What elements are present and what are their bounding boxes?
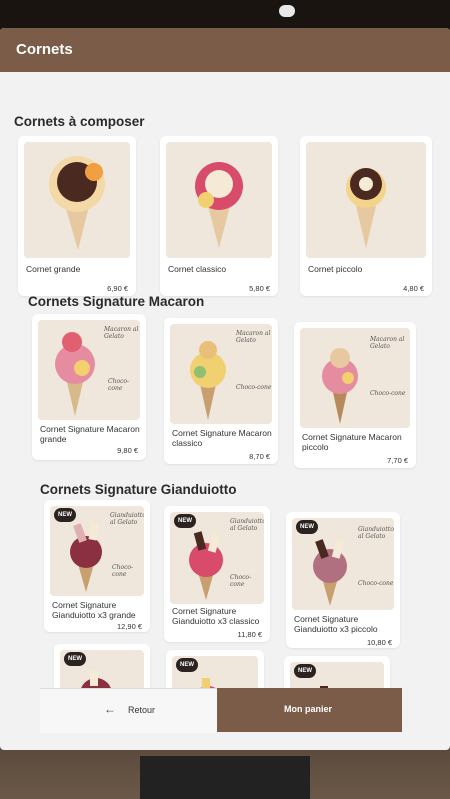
- annotation-label: Macaron al Gelato: [370, 336, 405, 350]
- new-badge: NEW: [174, 514, 196, 528]
- product-name: Cornet Signature Macaron grande: [40, 424, 140, 444]
- product-card[interactable]: NEW Gianduiotto al Gelato Choco-cone Cor…: [44, 500, 150, 632]
- new-badge: NEW: [296, 520, 318, 534]
- bottom-bar: ← Retour Mon panier: [40, 688, 402, 733]
- product-price: 4,80 €: [403, 284, 424, 293]
- section-title: Cornets à composer: [14, 114, 145, 129]
- section-title: Cornets Signature Gianduiotto: [40, 482, 237, 497]
- new-badge: NEW: [176, 658, 198, 672]
- product-image: Macaron al Gelato Choco-cone: [170, 324, 272, 424]
- annotation-label: Choco-cone: [112, 564, 134, 578]
- camera-icon: [279, 5, 295, 17]
- product-name: Cornet Signature Macaron classico: [172, 428, 272, 448]
- product-price: 9,80 €: [117, 446, 138, 455]
- back-button[interactable]: ← Retour: [40, 688, 217, 733]
- annotation-label: Choco-cone: [370, 390, 406, 397]
- product-name: Cornet piccolo: [308, 264, 363, 274]
- product-name: Cornet classico: [168, 264, 227, 274]
- product-image: Macaron al Gelato Choco-cone: [38, 320, 140, 420]
- section-title: Cornets Signature Macaron: [28, 294, 205, 309]
- page-title: Cornets: [16, 41, 73, 58]
- new-badge: NEW: [294, 664, 316, 678]
- product-name: Cornet Signature Gianduiotto x3 piccolo: [294, 614, 378, 634]
- product-card[interactable]: Cornet classico 5,80 €: [160, 136, 278, 296]
- product-price: 6,90 €: [107, 284, 128, 293]
- product-card[interactable]: Macaron al Gelato Choco-cone Cornet Sign…: [32, 314, 146, 460]
- product-price: 12,90 €: [116, 622, 142, 631]
- kiosk-screen: Cornets Cornets à composer Cornet grande…: [0, 28, 450, 750]
- product-image: NEW Gianduiotto al Gelato Choco-cone: [170, 512, 264, 604]
- back-button-label: Retour: [128, 705, 156, 715]
- kiosk-stand: [140, 756, 310, 799]
- product-price: 7,70 €: [387, 456, 408, 465]
- product-card[interactable]: Macaron al Gelato Choco-cone Cornet Sign…: [294, 322, 416, 468]
- product-price: 5,80 €: [249, 284, 270, 293]
- cart-button[interactable]: Mon panier: [217, 688, 402, 732]
- product-image: NEW Gianduiotto al Gelato Choco-cone: [292, 518, 394, 610]
- product-card[interactable]: Cornet piccolo 4,80 €: [300, 136, 432, 296]
- product-image: NEW Gianduiotto al Gelato Choco-cone: [50, 506, 144, 596]
- annotation-label: Macaron al Gelato: [104, 326, 139, 340]
- product-image: Macaron al Gelato Choco-cone: [300, 328, 410, 428]
- annotation-label: Choco-cone: [236, 384, 272, 391]
- annotation-label: Gianduiotto al Gelato: [110, 512, 144, 526]
- product-name: Cornet Signature Macaron piccolo: [302, 432, 402, 452]
- product-image: [166, 142, 272, 258]
- arrow-left-icon: ←: [104, 702, 116, 716]
- annotation-label: Gianduiotto al Gelato: [230, 518, 264, 532]
- product-card[interactable]: NEW Gianduiotto al Gelato Choco-cone Cor…: [164, 506, 270, 642]
- annotation-label: Gianduiotto al Gelato: [358, 526, 394, 540]
- cart-button-label: Mon panier: [284, 704, 333, 714]
- product-list[interactable]: Cornets à composer Cornet grande 6,90 €: [0, 72, 450, 702]
- product-price: 10,80 €: [366, 638, 392, 647]
- product-price: 8,70 €: [249, 452, 270, 461]
- product-name: Cornet Signature Gianduiotto x3 classico: [172, 606, 260, 626]
- header-bar: Cornets: [0, 28, 450, 72]
- annotation-label: Choco-cone: [358, 580, 394, 587]
- new-badge: NEW: [64, 652, 86, 666]
- product-card[interactable]: NEW Gianduiotto al Gelato Choco-cone Cor…: [286, 512, 400, 648]
- new-badge: NEW: [54, 508, 76, 522]
- product-name: Cornet grande: [26, 264, 81, 274]
- annotation-label: Choco-cone: [230, 574, 252, 588]
- annotation-label: Choco-cone: [108, 378, 130, 392]
- product-card[interactable]: Macaron al Gelato Choco-cone Cornet Sign…: [164, 318, 278, 464]
- product-price: 11,80 €: [237, 630, 262, 639]
- product-image: [24, 142, 130, 258]
- product-name: Cornet Signature Gianduiotto x3 grande: [52, 600, 136, 620]
- product-image: [306, 142, 426, 258]
- annotation-label: Macaron al Gelato: [236, 330, 271, 344]
- product-card[interactable]: Cornet grande 6,90 €: [18, 136, 136, 296]
